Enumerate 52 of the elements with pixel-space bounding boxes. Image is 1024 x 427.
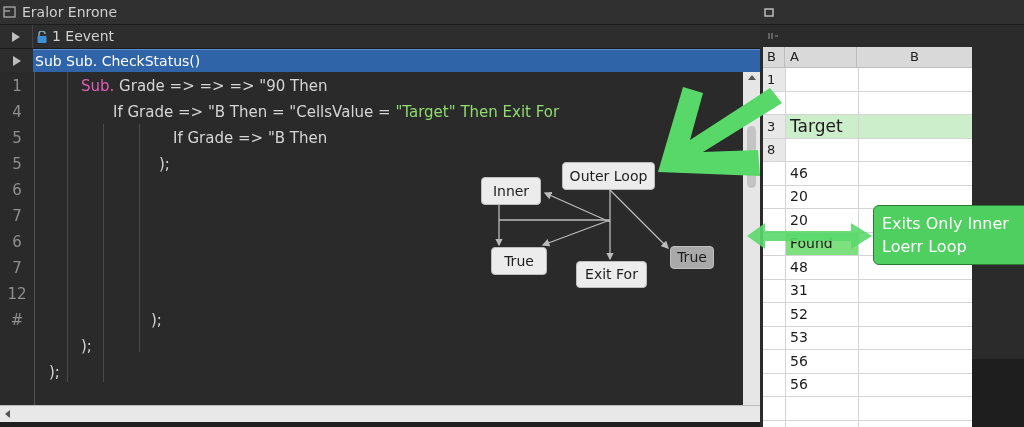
- line-number: 5: [12, 127, 22, 149]
- callout-text: Loerr Loop: [882, 236, 968, 258]
- table-cell-text: 48: [789, 257, 809, 277]
- scroll-up-icon[interactable]: [747, 75, 756, 80]
- code-line: );: [49, 361, 60, 383]
- line-number: 7: [12, 257, 22, 279]
- code-line: Sub. Grade => => => "90 Then: [81, 75, 328, 97]
- code-line: );: [159, 153, 170, 175]
- diagram-node: Inner: [481, 177, 541, 205]
- diagram-node: True: [670, 246, 714, 269]
- code-line: If Grade => "B Then: [173, 127, 328, 149]
- callout-text: Exits Only Inner: [882, 213, 1010, 235]
- diagram-node: Outer Loop: [562, 162, 655, 190]
- line-number: 4: [12, 101, 22, 123]
- scroll-left-icon[interactable]: [5, 410, 10, 418]
- window-title: Eralor Enrone: [22, 2, 118, 22]
- table-cell-text: 20: [789, 210, 809, 230]
- table-cell-text: 31: [789, 281, 809, 301]
- column-header[interactable]: A: [785, 47, 857, 67]
- table-cell-text: 56: [789, 375, 809, 395]
- expand-triangle-icon[interactable]: [12, 55, 21, 66]
- table-cell-text: 53: [789, 328, 809, 348]
- maximize-icon[interactable]: [764, 7, 774, 17]
- connector-arrow: [495, 204, 503, 247]
- row-header: 8: [763, 138, 785, 161]
- lock-icon: [37, 30, 47, 43]
- table-cell-text: 56: [789, 351, 809, 371]
- code-line: );: [81, 335, 92, 357]
- event-label: 1 Eevent: [52, 27, 115, 46]
- line-number: #: [10, 309, 24, 331]
- window-icon: [3, 6, 16, 18]
- line-number: 6: [12, 179, 22, 201]
- row-header: 3: [763, 115, 785, 138]
- line-number: 6: [12, 231, 22, 253]
- line-number: 12: [7, 283, 27, 305]
- line-number: 7: [12, 205, 22, 227]
- diagram-node: Exit For: [576, 261, 647, 288]
- panel-background: [972, 359, 1024, 427]
- code-line: If Grade => "B Then = "CellsValue = "Target" Then Exit For: [113, 101, 560, 123]
- code-line: );: [151, 309, 162, 331]
- expand-triangle-icon[interactable]: [12, 31, 20, 42]
- horizontal-scrollbar[interactable]: [0, 405, 760, 422]
- table-cell-text: Target: [789, 115, 844, 138]
- column-header[interactable]: B: [857, 47, 972, 67]
- row-header: 1: [763, 68, 785, 91]
- line-number: 5: [12, 153, 22, 175]
- diagram-node: True: [491, 247, 547, 275]
- table-cell-text: 52: [789, 304, 809, 324]
- line-number: 1: [12, 75, 22, 97]
- table-cell-text: 20: [789, 187, 809, 207]
- table-cell-text: 46: [789, 163, 809, 183]
- column-header[interactable]: B: [763, 47, 785, 67]
